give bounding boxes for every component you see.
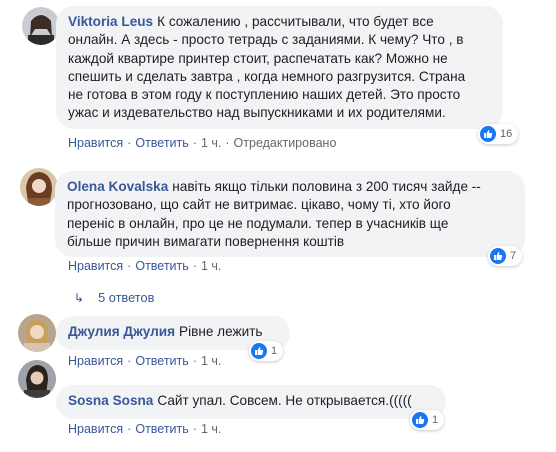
edited-label[interactable]: Отредактировано bbox=[234, 136, 337, 150]
reaction-number: 1 bbox=[271, 345, 278, 357]
reply-link[interactable]: Ответить bbox=[135, 136, 188, 150]
comment-actions: Нравится · Ответить · 1 ч. · Отредактировано bbox=[68, 136, 337, 150]
like-icon bbox=[412, 412, 428, 428]
view-replies-link[interactable]: ↳ 5 ответов bbox=[74, 290, 154, 305]
comment-author[interactable]: Sosna Sosna bbox=[68, 393, 153, 408]
reaction-number: 16 bbox=[500, 128, 513, 140]
comment-actions: Нравится · Ответить · 1 ч. bbox=[68, 422, 222, 436]
avatar[interactable] bbox=[22, 7, 60, 45]
comment-text-line: К сожалению , рассчитывали, что будет вс… bbox=[157, 14, 434, 29]
like-icon bbox=[251, 343, 267, 359]
like-icon bbox=[490, 248, 506, 264]
comment-text-line: прогнозовано, що сайт не витримає. цікав… bbox=[67, 197, 451, 213]
like-link[interactable]: Нравится bbox=[68, 136, 123, 150]
comment-author[interactable]: Olena Kovalska bbox=[67, 179, 168, 194]
like-link[interactable]: Нравится bbox=[68, 259, 123, 273]
comment-actions: Нравится · Ответить · 1 ч. bbox=[68, 259, 222, 273]
like-link[interactable]: Нравится bbox=[68, 422, 123, 436]
reaction-number: 1 bbox=[432, 414, 439, 426]
comment-text-line: навіть якщо тільки половина з 200 тисяч … bbox=[172, 179, 481, 194]
comment-text-line: переніс в онлайн, про це не подумали. те… bbox=[67, 215, 449, 231]
comment-time[interactable]: 1 ч. bbox=[201, 422, 221, 436]
reaction-count[interactable]: 1 bbox=[410, 410, 445, 430]
reply-link[interactable]: Ответить bbox=[135, 259, 188, 273]
reaction-count[interactable]: 7 bbox=[488, 246, 523, 266]
reaction-count[interactable]: 1 bbox=[249, 341, 284, 361]
avatar[interactable] bbox=[18, 360, 56, 398]
comment-time[interactable]: 1 ч. bbox=[201, 136, 221, 150]
reply-link[interactable]: Ответить bbox=[135, 354, 188, 368]
comment-text-line: каждой квартире принтер стоит, распечата… bbox=[68, 50, 448, 66]
comment-text-line: ужас и издевательство над выпускниками и… bbox=[68, 105, 446, 121]
comment-bubble: Viktoria Leus К сожалению , рассчитывали,… bbox=[56, 6, 503, 129]
avatar[interactable] bbox=[20, 168, 58, 206]
comment-text-line: більше причин вимагати повернення коштів bbox=[67, 233, 345, 249]
comment-time[interactable]: 1 ч. bbox=[201, 354, 221, 368]
like-icon bbox=[480, 126, 496, 142]
comment-text-line: Сайт упал. Совсем. Не открывается.((((( bbox=[157, 393, 412, 408]
replies-count: 5 ответов bbox=[98, 290, 155, 305]
reply-arrow-icon: ↳ bbox=[74, 290, 85, 305]
comment-bubble: Sosna Sosna Сайт упал. Совсем. Не открыва… bbox=[56, 385, 446, 419]
comment-author[interactable]: Viktoria Leus bbox=[68, 14, 153, 29]
comment-time[interactable]: 1 ч. bbox=[201, 259, 221, 273]
reaction-number: 7 bbox=[510, 250, 517, 262]
avatar[interactable] bbox=[18, 314, 56, 352]
reply-link[interactable]: Ответить bbox=[135, 422, 188, 436]
comment-text-line: спешить и сделать завтра , когда немного… bbox=[68, 68, 466, 84]
comment-author[interactable]: Джулия Джулия bbox=[68, 324, 175, 339]
comment-text-line: Рівне лежить bbox=[179, 324, 263, 339]
comment-bubble: Olena Kovalska навіть якщо тільки половин… bbox=[55, 171, 525, 257]
comment-actions: Нравится · Ответить · 1 ч. bbox=[68, 354, 222, 368]
reaction-count[interactable]: 16 bbox=[478, 124, 519, 144]
comment-text-line: не готова в этом году к поступлению наши… bbox=[68, 87, 461, 103]
like-link[interactable]: Нравится bbox=[68, 354, 123, 368]
comment-text-line: онлайн. А здесь - просто тетрадь с задан… bbox=[68, 32, 464, 48]
